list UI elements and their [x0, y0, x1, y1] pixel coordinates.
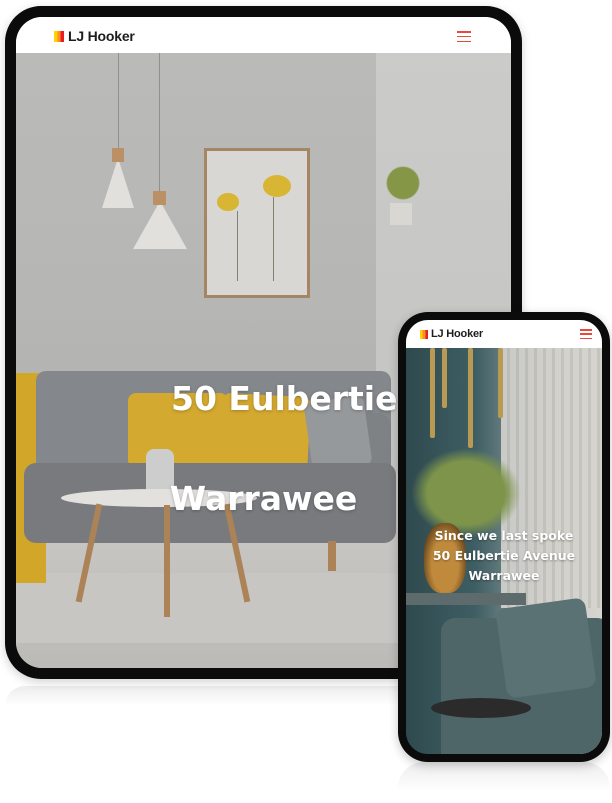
hamburger-menu-icon[interactable] — [580, 329, 592, 339]
phone-hero-title: Since we last spoke 50 Eulbertie Avenue … — [406, 526, 602, 586]
brand-logo-text: LJ Hooker — [431, 328, 483, 340]
brand-logo-mark-icon — [54, 30, 64, 42]
phone-screen: LJ Hooker Since we last spoke 50 Eulbert… — [406, 320, 602, 754]
phone-reflection — [398, 762, 610, 792]
hero-title-line1: Since we last spoke — [434, 528, 574, 544]
hero-title-line2: 50 Eulbertie Avenue — [432, 548, 576, 564]
brand-logo-mark-icon — [420, 329, 428, 339]
brand-logo-link[interactable]: LJ Hooker — [54, 28, 135, 44]
brand-logo-text: LJ Hooker — [68, 28, 135, 44]
hamburger-menu-icon[interactable] — [457, 31, 471, 42]
phone-site-header: LJ Hooker — [406, 320, 602, 348]
brand-logo-link[interactable]: LJ Hooker — [420, 328, 483, 340]
potted-plant — [411, 448, 521, 538]
phone-device: LJ Hooker Since we last spoke 50 Eulbert… — [398, 312, 610, 762]
tablet-site-header: LJ Hooker — [16, 17, 511, 53]
hero-title-line3: Warrawee — [468, 568, 540, 584]
